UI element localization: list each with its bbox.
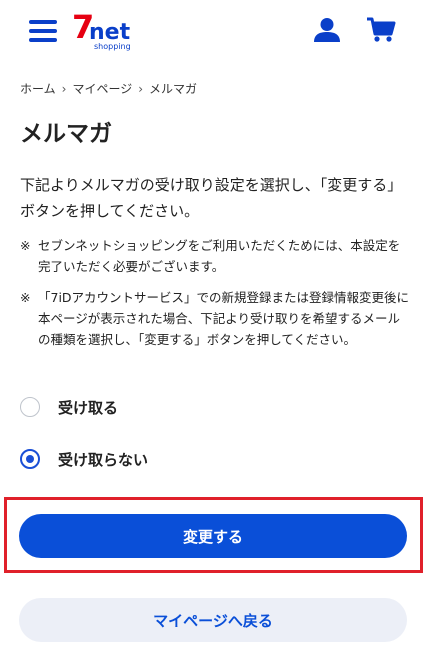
user-icon[interactable]: [314, 17, 340, 43]
logo-shopping: shopping: [94, 42, 131, 51]
note-text: 「7iDアカウントサービス」での新規登録または登録情報変更後に本ページが表示され…: [38, 290, 410, 347]
option-not-receive[interactable]: 受け取らない: [20, 447, 148, 471]
submit-button[interactable]: 変更する: [19, 514, 407, 558]
seven-net-logo[interactable]: 7 net shopping: [72, 8, 136, 54]
radio-receive[interactable]: [20, 397, 40, 417]
description: 下記よりメルマガの受け取り設定を選択し、「変更する」ボタンを押してください。: [20, 176, 403, 220]
breadcrumb-home[interactable]: ホーム: [20, 82, 56, 96]
breadcrumb: ホーム › マイページ › メルマガ: [20, 80, 197, 97]
header: 7 net shopping: [0, 0, 427, 62]
menu-icon[interactable]: [29, 20, 57, 42]
option-label: 受け取る: [58, 398, 119, 417]
page-title: メルマガ: [20, 121, 112, 147]
radio-not-receive[interactable]: [20, 449, 40, 469]
breadcrumb-current: メルマガ: [149, 82, 198, 96]
note-text: セブンネットショッピングをご利用いただくためには、本設定を完了いただく必要がござ…: [38, 238, 401, 274]
back-to-mypage-button[interactable]: マイページへ戻る: [19, 598, 407, 642]
note-mark: ※: [20, 238, 31, 253]
chevron-right-icon: ›: [138, 82, 144, 96]
option-receive[interactable]: 受け取る: [20, 395, 118, 419]
option-label: 受け取らない: [58, 450, 149, 469]
breadcrumb-mypage[interactable]: マイページ: [72, 82, 132, 96]
note-7id-account: ※ 「7iDアカウントサービス」での新規登録または登録情報変更後に本ページが表示…: [20, 287, 412, 350]
note-mark: ※: [20, 290, 31, 305]
note-setup-required: ※ セブンネットショッピングをご利用いただくためには、本設定を完了いただく必要が…: [20, 235, 412, 277]
cart-icon[interactable]: [366, 17, 396, 43]
chevron-right-icon: ›: [61, 82, 67, 96]
